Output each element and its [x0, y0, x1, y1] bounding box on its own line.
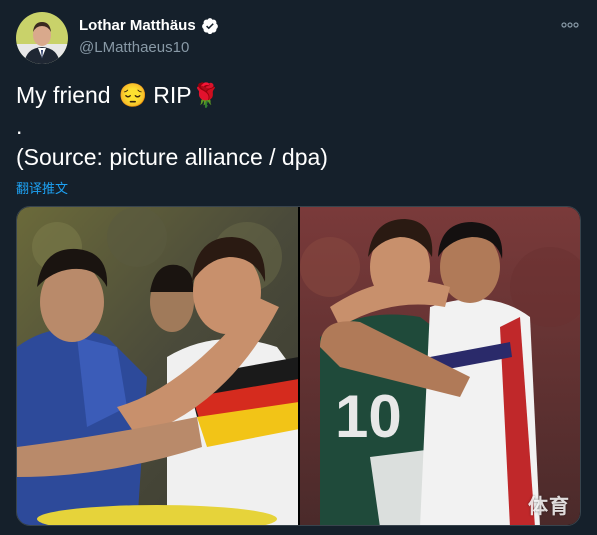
author-names: Lothar Matthäus @LMatthaeus10 [79, 16, 219, 58]
verified-badge-icon [201, 17, 219, 35]
tweet-line-1: My friend 😔 RIP 🌹 [16, 80, 581, 111]
photo-right-embrace[interactable]: 10 体育 [300, 207, 580, 525]
author-handle[interactable]: @LMatthaeus10 [79, 38, 219, 58]
jersey-number: 10 [335, 383, 402, 450]
tweet-line-3: (Source: picture alliance / dpa) [16, 144, 328, 170]
tweet-text: My friend 😔 RIP 🌹 . (Source: picture all… [16, 80, 581, 173]
tweet-header: Lothar Matthäus @LMatthaeus10 [16, 12, 581, 66]
watermark: 体育 [528, 496, 570, 518]
tweet-text-part: My friend [16, 82, 111, 108]
pensive-face-emoji: 😔 [118, 82, 148, 108]
avatar[interactable] [16, 12, 68, 64]
tweet-line-2: . [16, 113, 23, 139]
tweet-media[interactable]: 10 体育 [16, 206, 581, 526]
translate-tweet-link[interactable]: 翻译推文 [16, 178, 68, 197]
tweet-text-part: RIP [153, 82, 192, 108]
rose-emoji: 🌹 [191, 82, 221, 108]
display-name[interactable]: Lothar Matthäus [79, 16, 196, 36]
more-options-icon[interactable] [559, 14, 581, 36]
photo-left-embrace[interactable] [17, 207, 298, 525]
tweet-card: Lothar Matthäus @LMatthaeus10 My friend … [0, 0, 597, 535]
name-row: Lothar Matthäus [79, 16, 219, 36]
